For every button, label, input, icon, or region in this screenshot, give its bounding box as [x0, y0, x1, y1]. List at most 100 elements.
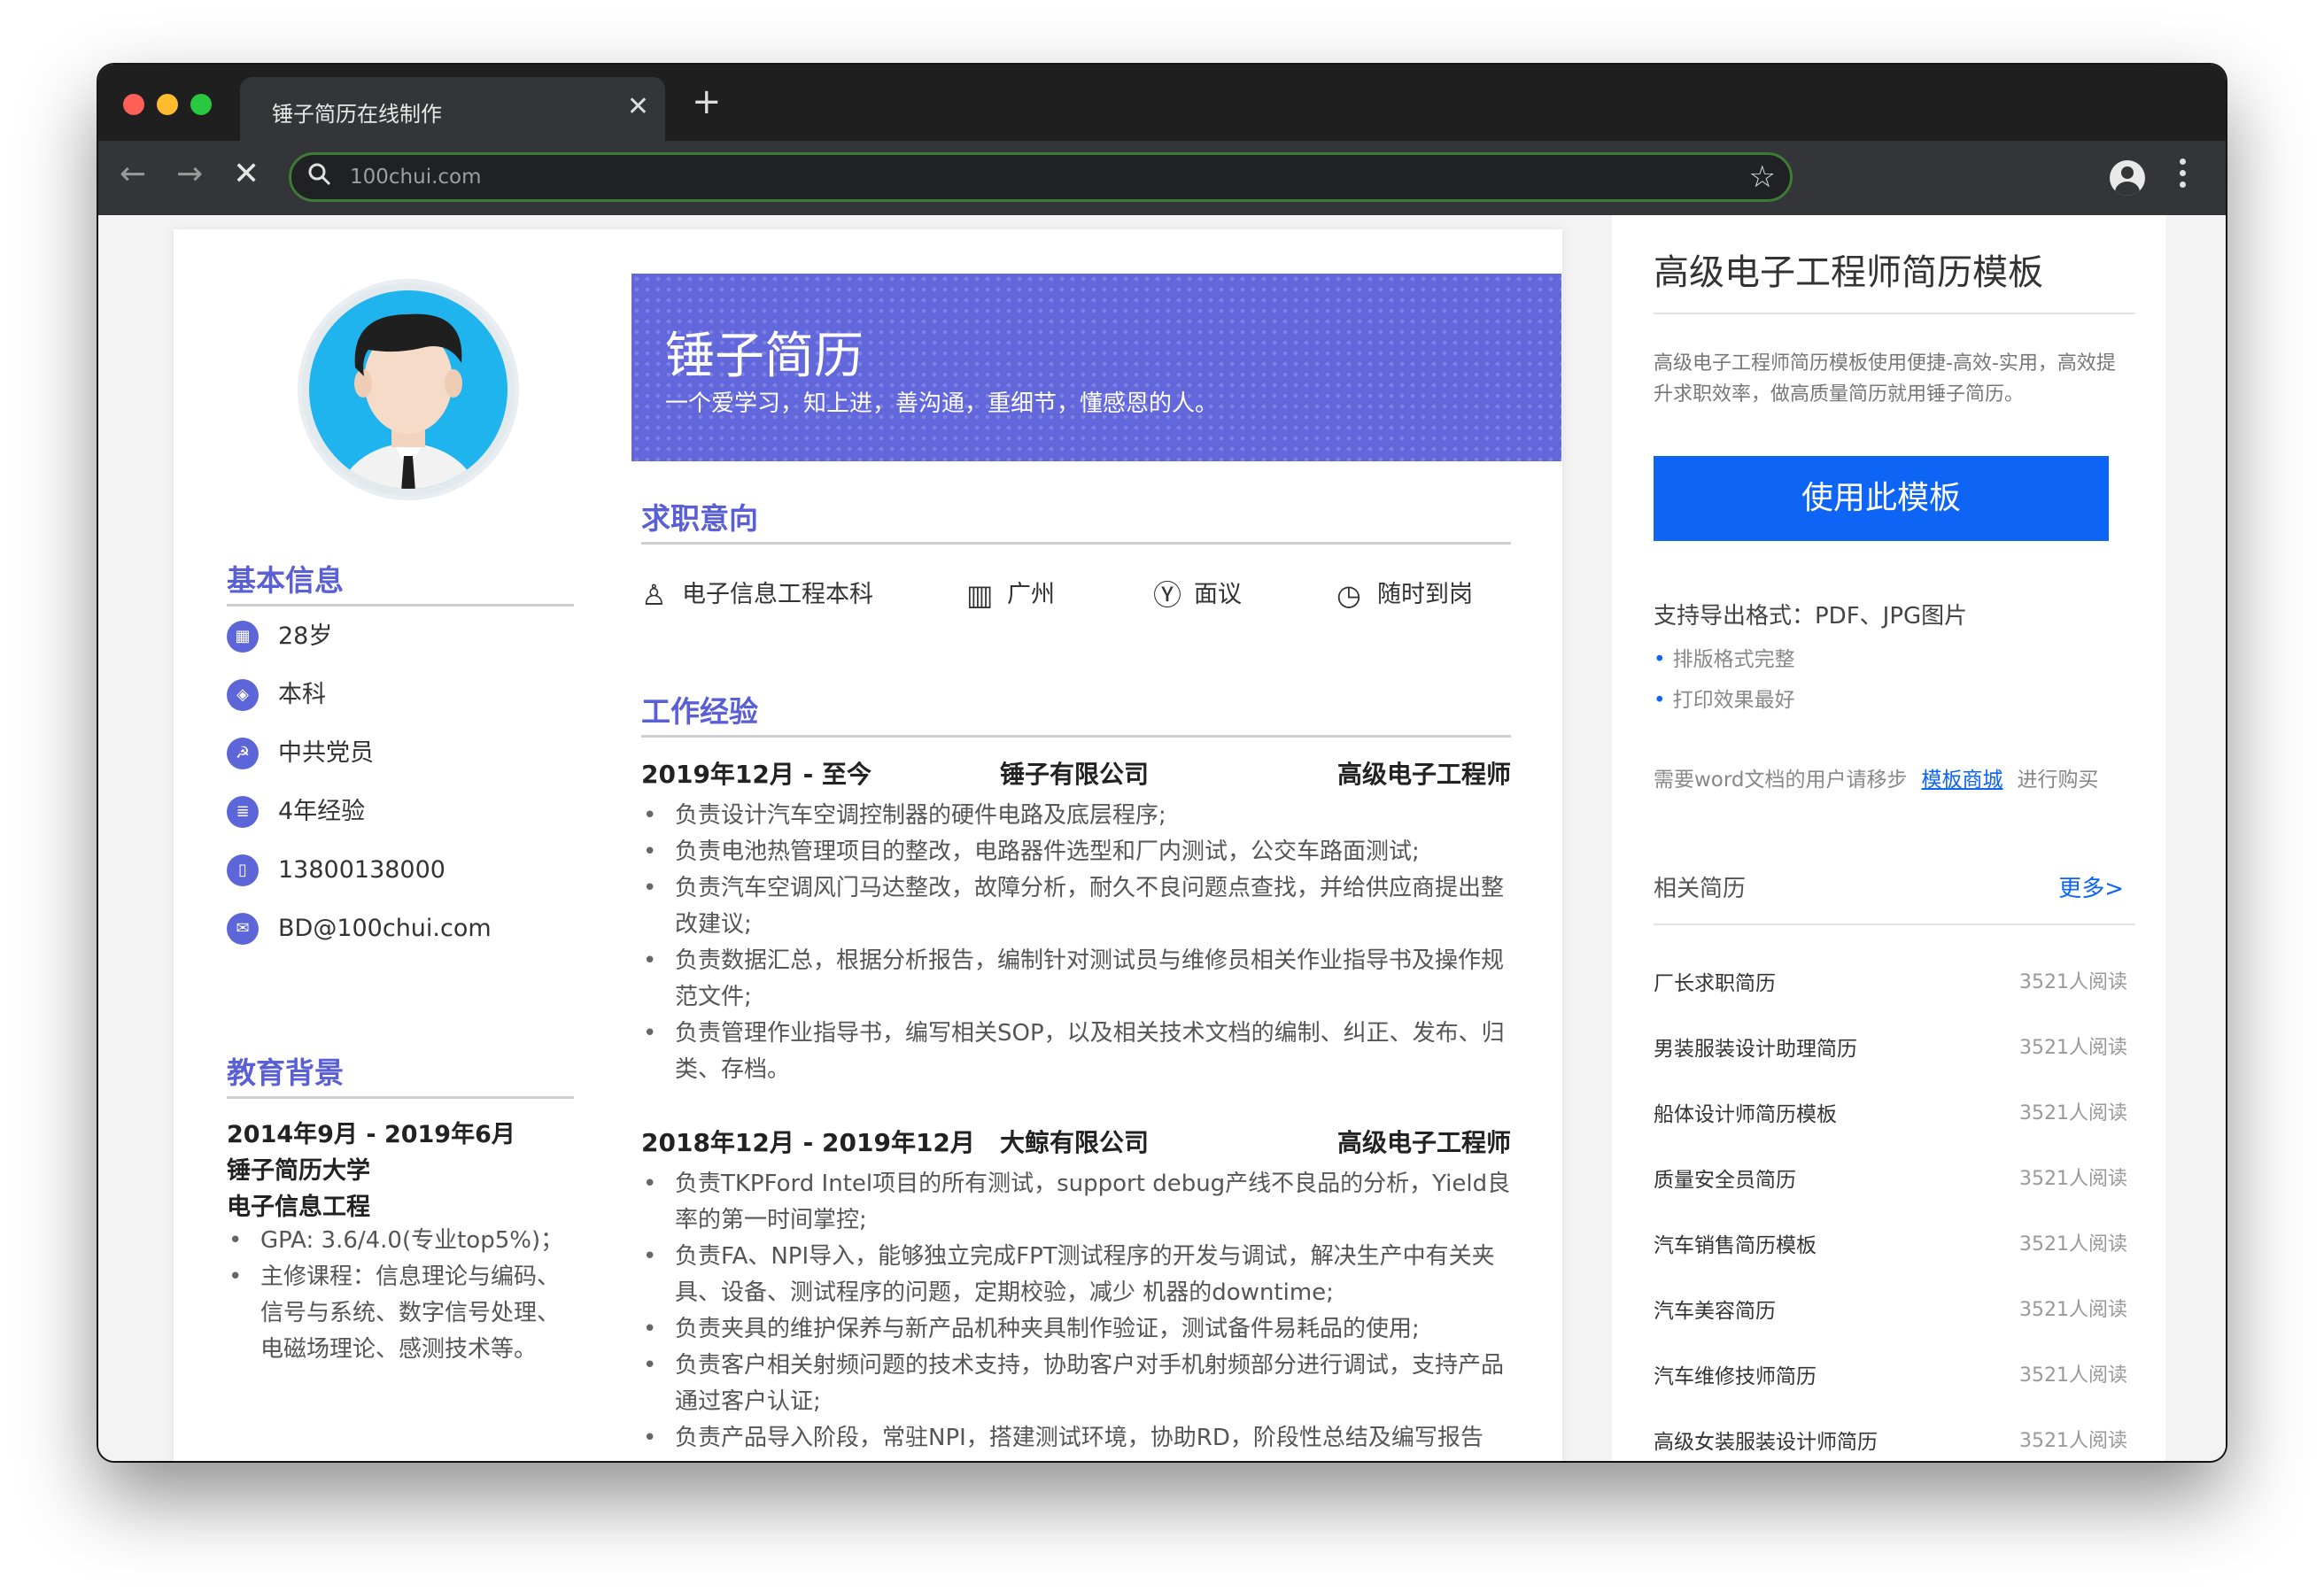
education-details: GPA: 3.6/4.0(专业top5%)； 主修课程：信息理论与编码、信号与系… — [227, 1223, 581, 1368]
related-resume-item[interactable]: 男装服装设计助理简历 3521人阅读 — [1654, 1032, 2127, 1065]
job-company: 大鲸有限公司 — [1000, 1128, 1150, 1157]
yen-icon: Ⓨ — [1153, 578, 1182, 612]
list-item: 负责设计汽车空调控制器的硬件电路及底层程序; — [641, 798, 1511, 834]
stop-loading-icon[interactable]: ✕ — [233, 155, 260, 194]
forward-arrow-icon[interactable]: → — [176, 155, 203, 194]
related-resume-name[interactable]: 船体设计师简历模板 — [1654, 1097, 1837, 1127]
related-resume-item[interactable]: 汽车美容简历 3521人阅读 — [1654, 1294, 2127, 1327]
related-resume-item[interactable]: 高级女装服装设计师简历 3521人阅读 — [1654, 1425, 2127, 1458]
bullet-dot-icon: • — [1654, 648, 1666, 671]
read-count: 3521人阅读 — [2019, 971, 2127, 993]
feature-item: • 打印效果最好 — [1654, 683, 1795, 713]
related-resume-item[interactable]: 汽车维修技师简历 3521人阅读 — [1654, 1359, 2127, 1393]
list-item: 负责产品导入阶段，常驻NPI，搭建测试环境，协助RD，阶段性总结及编写报告 — [641, 1420, 1511, 1457]
feature-text: 打印效果最好 — [1672, 689, 1795, 712]
word-doc-notice: 需要word文档的用户请移步 模板商城 进行购买 — [1654, 762, 2099, 792]
minimize-window-button[interactable] — [157, 94, 178, 115]
mail-icon: ✉ — [227, 913, 259, 945]
related-resume-name[interactable]: 汽车美容简历 — [1654, 1294, 1776, 1324]
resume-name: 锤子简历 — [665, 328, 864, 385]
related-resume-name[interactable]: 厂长求职简历 — [1654, 966, 1776, 996]
job-company: 锤子有限公司 — [1000, 760, 1150, 789]
related-resume-name[interactable]: 高级女装服装设计师简历 — [1654, 1425, 1878, 1455]
related-resume-item[interactable]: 质量安全员简历 3521人阅读 — [1654, 1163, 2127, 1196]
list-item: 负责电池热管理项目的整改，电路器件选型和厂内测试，公交车路面测试; — [641, 834, 1511, 870]
zoom-window-button[interactable] — [190, 94, 212, 115]
resume-header-banner: 锤子简历 一个爱学习，知上进，善沟通，重细节，懂感恩的人。 — [631, 274, 1561, 461]
info-text: 4年经验 — [278, 798, 366, 825]
section-divider — [641, 735, 1511, 738]
bookmark-star-icon[interactable]: ☆ — [1749, 159, 1776, 195]
word-notice-suffix: 进行购买 — [2017, 769, 2099, 792]
intent-text: 电子信息工程本科 — [682, 581, 873, 608]
info-text: 中共党员 — [278, 739, 374, 767]
education-school: 锤子简历大学 — [227, 1157, 370, 1185]
info-text: 本科 — [278, 681, 326, 708]
address-bar[interactable]: 100chui.com ☆ — [289, 152, 1793, 202]
bullet-dot-icon: • — [1654, 689, 1666, 712]
tab-title: 锤子简历在线制作 — [272, 102, 442, 127]
job-header: 2019年12月 - 至今 锤子有限公司 高级电子工程师 — [641, 757, 1511, 792]
job-duties: 负责设计汽车空调控制器的硬件电路及底层程序; 负责电池热管理项目的整改，电路器件… — [641, 798, 1511, 1088]
intent-text: 随时到岗 — [1377, 581, 1473, 608]
related-resume-item[interactable]: 船体设计师简历模板 3521人阅读 — [1654, 1097, 2127, 1131]
use-template-button[interactable]: 使用此模板 — [1654, 456, 2109, 541]
related-resume-name[interactable]: 男装服装设计助理简历 — [1654, 1032, 1857, 1062]
new-tab-button[interactable]: + — [692, 84, 722, 120]
related-resume-name[interactable]: 汽车维修技师简历 — [1654, 1359, 1817, 1389]
graduation-cap-icon: ◈ — [227, 679, 259, 711]
list-item: 负责客户相关射频问题的技术支持，协助客户对手机射频部分进行调试，支持产品通过客户… — [641, 1348, 1511, 1420]
related-resume-name[interactable]: 质量安全员简历 — [1654, 1163, 1796, 1193]
read-count: 3521人阅读 — [2019, 1430, 2127, 1452]
related-resume-item[interactable]: 汽车销售简历模板 3521人阅读 — [1654, 1228, 2127, 1262]
list-item: 主修课程：信息理论与编码、信号与系统、数字信号处理、电磁场理论、感测技术等。 — [227, 1259, 581, 1368]
browser-tab[interactable]: 锤子简历在线制作 ✕ — [240, 77, 665, 141]
avatar — [298, 279, 519, 500]
feature-item: • 排版格式完整 — [1654, 642, 1795, 672]
section-divider — [227, 604, 574, 607]
related-resumes-title: 相关简历 — [1654, 876, 1747, 902]
template-store-link[interactable]: 模板商城 — [1922, 769, 2003, 792]
education-major: 电子信息工程 — [227, 1194, 370, 1221]
info-text: 13800138000 — [278, 856, 445, 884]
account-avatar-icon[interactable] — [2110, 160, 2145, 196]
template-description: 高级电子工程师简历模板使用便捷-高效-实用，高效提升求职效率，做高质量简历就用锤… — [1654, 352, 2116, 406]
read-count: 3521人阅读 — [2019, 1299, 2127, 1321]
word-notice-prefix: 需要word文档的用户请移步 — [1654, 769, 1908, 792]
feature-text: 排版格式完整 — [1672, 648, 1795, 671]
related-resume-item[interactable]: 厂长求职简历 3521人阅读 — [1654, 966, 2127, 1000]
education-title: 教育背景 — [227, 1055, 344, 1090]
job-intent-title: 求职意向 — [641, 501, 758, 536]
building-icon: ▥ — [966, 578, 994, 612]
template-sidebar: 高级电子工程师简历模板 高级电子工程师简历模板使用便捷-高效-实用，高效提升求职… — [1612, 215, 2165, 1461]
url-text[interactable]: 100chui.com — [350, 166, 482, 189]
section-divider — [227, 1096, 574, 1099]
read-count: 3521人阅读 — [2019, 1168, 2127, 1190]
related-resume-name[interactable]: 汽车销售简历模板 — [1654, 1228, 1817, 1258]
clock-icon: ◷ — [1336, 578, 1361, 612]
read-count: 3521人阅读 — [2019, 1364, 2127, 1387]
more-menu-icon[interactable] — [2180, 158, 2187, 193]
phone-icon: ▯ — [227, 854, 259, 886]
work-experience-title: 工作经验 — [641, 694, 758, 729]
resume-preview: 基本信息 ▦ 28岁 ◈ 本科 ☭ 中共党员 ≣ 4年经验 ▯ 13800138… — [174, 229, 1562, 1461]
list-item: GPA: 3.6/4.0(专业top5%)； — [227, 1223, 581, 1259]
tab-close-icon[interactable]: ✕ — [627, 91, 649, 123]
job-position: 高级电子工程师 — [1336, 1128, 1511, 1157]
back-arrow-icon[interactable]: ← — [120, 155, 146, 194]
browser-window: 锤子简历在线制作 ✕ + ← → ✕ 100chui.com ☆ 基本信息 ▦ … — [98, 65, 2226, 1461]
intent-text: 面议 — [1194, 581, 1242, 608]
read-count: 3521人阅读 — [2019, 1233, 2127, 1256]
more-link[interactable]: 更多> — [2058, 870, 2124, 903]
calendar-icon: ▦ — [227, 621, 259, 653]
job-duties: 负责TKPFord Intel项目的所有测试，support debug产线不良… — [641, 1166, 1511, 1457]
education-period: 2014年9月 - 2019年6月 — [227, 1121, 515, 1148]
read-count: 3521人阅读 — [2019, 1037, 2127, 1059]
template-title: 高级电子工程师简历模板 — [1654, 252, 2043, 293]
info-text: BD@100chui.com — [278, 915, 492, 942]
export-formats: 支持导出格式：PDF、JPG图片 — [1654, 603, 1968, 630]
read-count: 3521人阅读 — [2019, 1102, 2127, 1124]
basic-info-title: 基本信息 — [227, 563, 344, 598]
close-window-button[interactable] — [123, 94, 144, 115]
page-content: 基本信息 ▦ 28岁 ◈ 本科 ☭ 中共党员 ≣ 4年经验 ▯ 13800138… — [98, 215, 2226, 1461]
